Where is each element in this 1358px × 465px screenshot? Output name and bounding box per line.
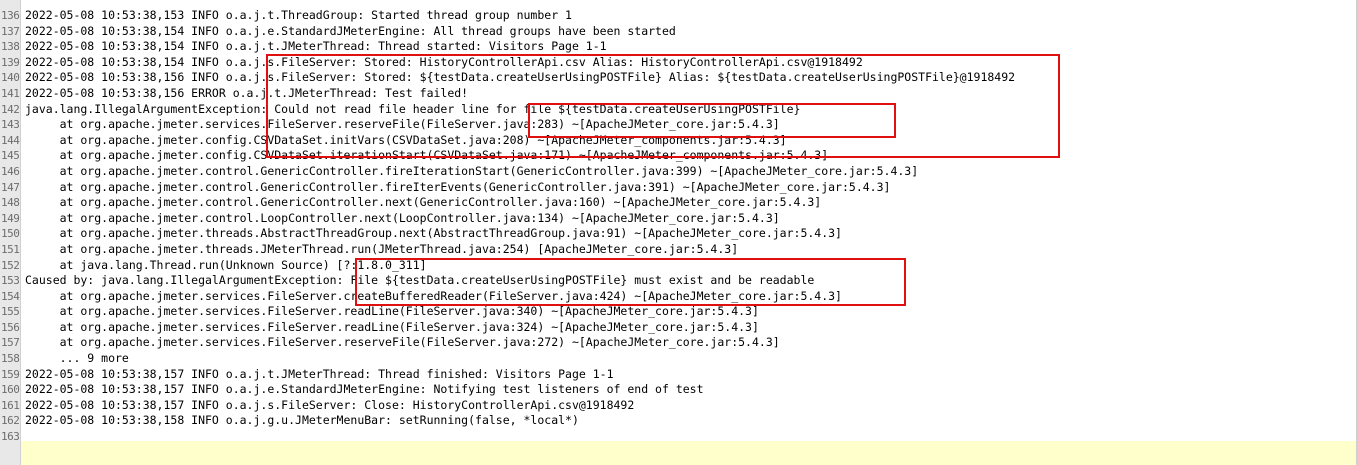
line-text: ... 9 more [25,351,129,366]
log-line: 139 2022-05-08 10:53:38,154 INFO o.a.j.s.… [1,54,1358,71]
line-text: at org.apache.jmeter.config.CSVDataSet.i… [25,132,787,147]
log-line: 154 at org.apache.jmeter.services.FileSe… [1,288,1358,305]
line-number: 151 [1,242,20,256]
log-line: 161 2022-05-08 10:53:38,157 INFO o.a.j.s.… [1,397,1358,414]
line-text: at org.apache.jmeter.config.CSVDataSet.i… [25,148,829,163]
line-text: 2022-05-08 10:53:38,154 INFO o.a.j.e.Sta… [25,23,676,38]
line-number: 146 [1,164,20,178]
line-text: at org.apache.jmeter.threads.JMeterThrea… [25,241,739,256]
line-text: at org.apache.jmeter.control.GenericCont… [25,163,919,178]
line-text: 2022-05-08 10:53:38,156 INFO o.a.j.s.Fil… [25,70,1016,85]
line-number: 159 [1,367,20,381]
line-number: 160 [1,383,20,397]
log-line: 147 at org.apache.jmeter.control.Generic… [1,179,1358,196]
line-text: at org.apache.jmeter.control.GenericCont… [25,179,891,194]
log-line: 136 2022-05-08 10:53:38,153 INFO o.a.j.t.… [1,8,1358,24]
log-line: 152 at java.lang.Thread.run(Unknown Sour… [1,257,1358,274]
line-number: 158 [1,352,20,366]
line-text: 2022-05-08 10:53:38,157 INFO o.a.j.s.Fil… [25,397,635,412]
log-line: 156 at org.apache.jmeter.services.FileSe… [1,319,1358,336]
log-line: 141 2022-05-08 10:53:38,156 ERROR o.a.j.t… [1,85,1358,102]
line-text: 2022-05-08 10:53:38,154 INFO o.a.j.s.Fil… [25,54,863,69]
log-line: 146 at org.apache.jmeter.control.Generic… [1,163,1358,180]
line-number: 149 [1,211,20,225]
log-editor[interactable]: 136 2022-05-08 10:53:38,153 INFO o.a.j.t.… [0,0,1358,465]
log-line: 158 ... 9 more [1,351,1358,367]
line-number: 162 [1,414,20,428]
line-text: 2022-05-08 10:53:38,157 INFO o.a.j.e.Sta… [25,382,704,397]
log-line: 140 2022-05-08 10:53:38,156 INFO o.a.j.s.… [1,70,1358,86]
line-number: 145 [1,149,20,163]
line-number: 138 [1,40,20,54]
line-number: 161 [1,398,20,412]
line-text: 2022-05-08 10:53:38,153 INFO o.a.j.t.Thr… [25,8,572,22]
line-number: 142 [1,102,20,116]
line-text: 2022-05-08 10:53:38,154 INFO o.a.j.t.JMe… [25,39,607,54]
log-lines: 136 2022-05-08 10:53:38,153 INFO o.a.j.t.… [1,8,1358,445]
line-text: 2022-05-08 10:53:38,158 INFO o.a.j.g.u.J… [25,413,579,428]
line-number: 153 [1,274,20,288]
log-line: 137 2022-05-08 10:53:38,154 INFO o.a.j.e.… [1,23,1358,40]
line-text: java.lang.IllegalArgumentException: Coul… [25,101,801,116]
log-line: 153 Caused by: java.lang.IllegalArgumentE… [1,273,1358,289]
line-text: 2022-05-08 10:53:38,157 INFO o.a.j.t.JMe… [25,366,614,381]
log-line: 151 at org.apache.jmeter.threads.JMeterT… [1,241,1358,258]
line-text: at org.apache.jmeter.services.FileServer… [25,335,780,350]
line-number: 148 [1,196,20,210]
line-text: at org.apache.jmeter.services.FileServer… [25,319,759,334]
line-number: 155 [1,305,20,319]
line-text: at org.apache.jmeter.control.GenericCont… [25,195,822,210]
line-number: 152 [1,258,20,272]
log-line: 145 at org.apache.jmeter.config.CSVDataS… [1,148,1358,164]
line-number: 156 [1,320,20,334]
line-text: at org.apache.jmeter.services.FileServer… [25,117,780,132]
line-number: 140 [1,71,20,85]
line-number: 147 [1,180,20,194]
line-number: 150 [1,227,20,241]
line-text: at org.apache.jmeter.services.FileServer… [25,288,842,303]
line-number: 143 [1,118,20,132]
log-line: 148 at org.apache.jmeter.control.Generic… [1,195,1358,211]
log-line: 142 java.lang.IllegalArgumentException: C… [1,101,1358,118]
log-line: 159 2022-05-08 10:53:38,157 INFO o.a.j.t.… [1,366,1358,383]
log-line: 149 at org.apache.jmeter.control.LoopCon… [1,210,1358,227]
line-number: 144 [1,133,20,147]
line-text: at org.apache.jmeter.control.LoopControl… [25,210,780,225]
line-text: at org.apache.jmeter.services.FileServer… [25,304,759,319]
log-line: 163 [1,429,1358,445]
line-text: at org.apache.jmeter.threads.AbstractThr… [25,226,842,241]
line-text: at java.lang.Thread.run(Unknown Source) … [25,257,427,272]
line-text: 2022-05-08 10:53:38,156 ERROR o.a.j.t.JM… [25,85,469,100]
log-line: 144 at org.apache.jmeter.config.CSVDataS… [1,132,1358,149]
log-line: 162 2022-05-08 10:53:38,158 INFO o.a.j.g.… [1,413,1358,429]
line-number: 139 [1,55,20,69]
log-line: 138 2022-05-08 10:53:38,154 INFO o.a.j.t.… [1,39,1358,55]
line-number: 163 [1,430,20,444]
log-line: 160 2022-05-08 10:53:38,157 INFO o.a.j.e.… [1,382,1358,398]
line-number: 141 [1,86,20,100]
log-line: 157 at org.apache.jmeter.services.FileSe… [1,335,1358,351]
line-text: Caused by: java.lang.IllegalArgumentExce… [25,273,815,288]
line-number: 137 [1,24,20,38]
log-line: 150 at org.apache.jmeter.threads.Abstrac… [1,226,1358,242]
log-line: 155 at org.apache.jmeter.services.FileSe… [1,304,1358,320]
line-number: 157 [1,336,20,350]
line-number: 136 [1,9,20,22]
log-text-area[interactable]: 136 2022-05-08 10:53:38,153 INFO o.a.j.t.… [1,0,1358,465]
line-number: 154 [1,289,20,303]
log-line: 143 at org.apache.jmeter.services.FileSe… [1,117,1358,133]
